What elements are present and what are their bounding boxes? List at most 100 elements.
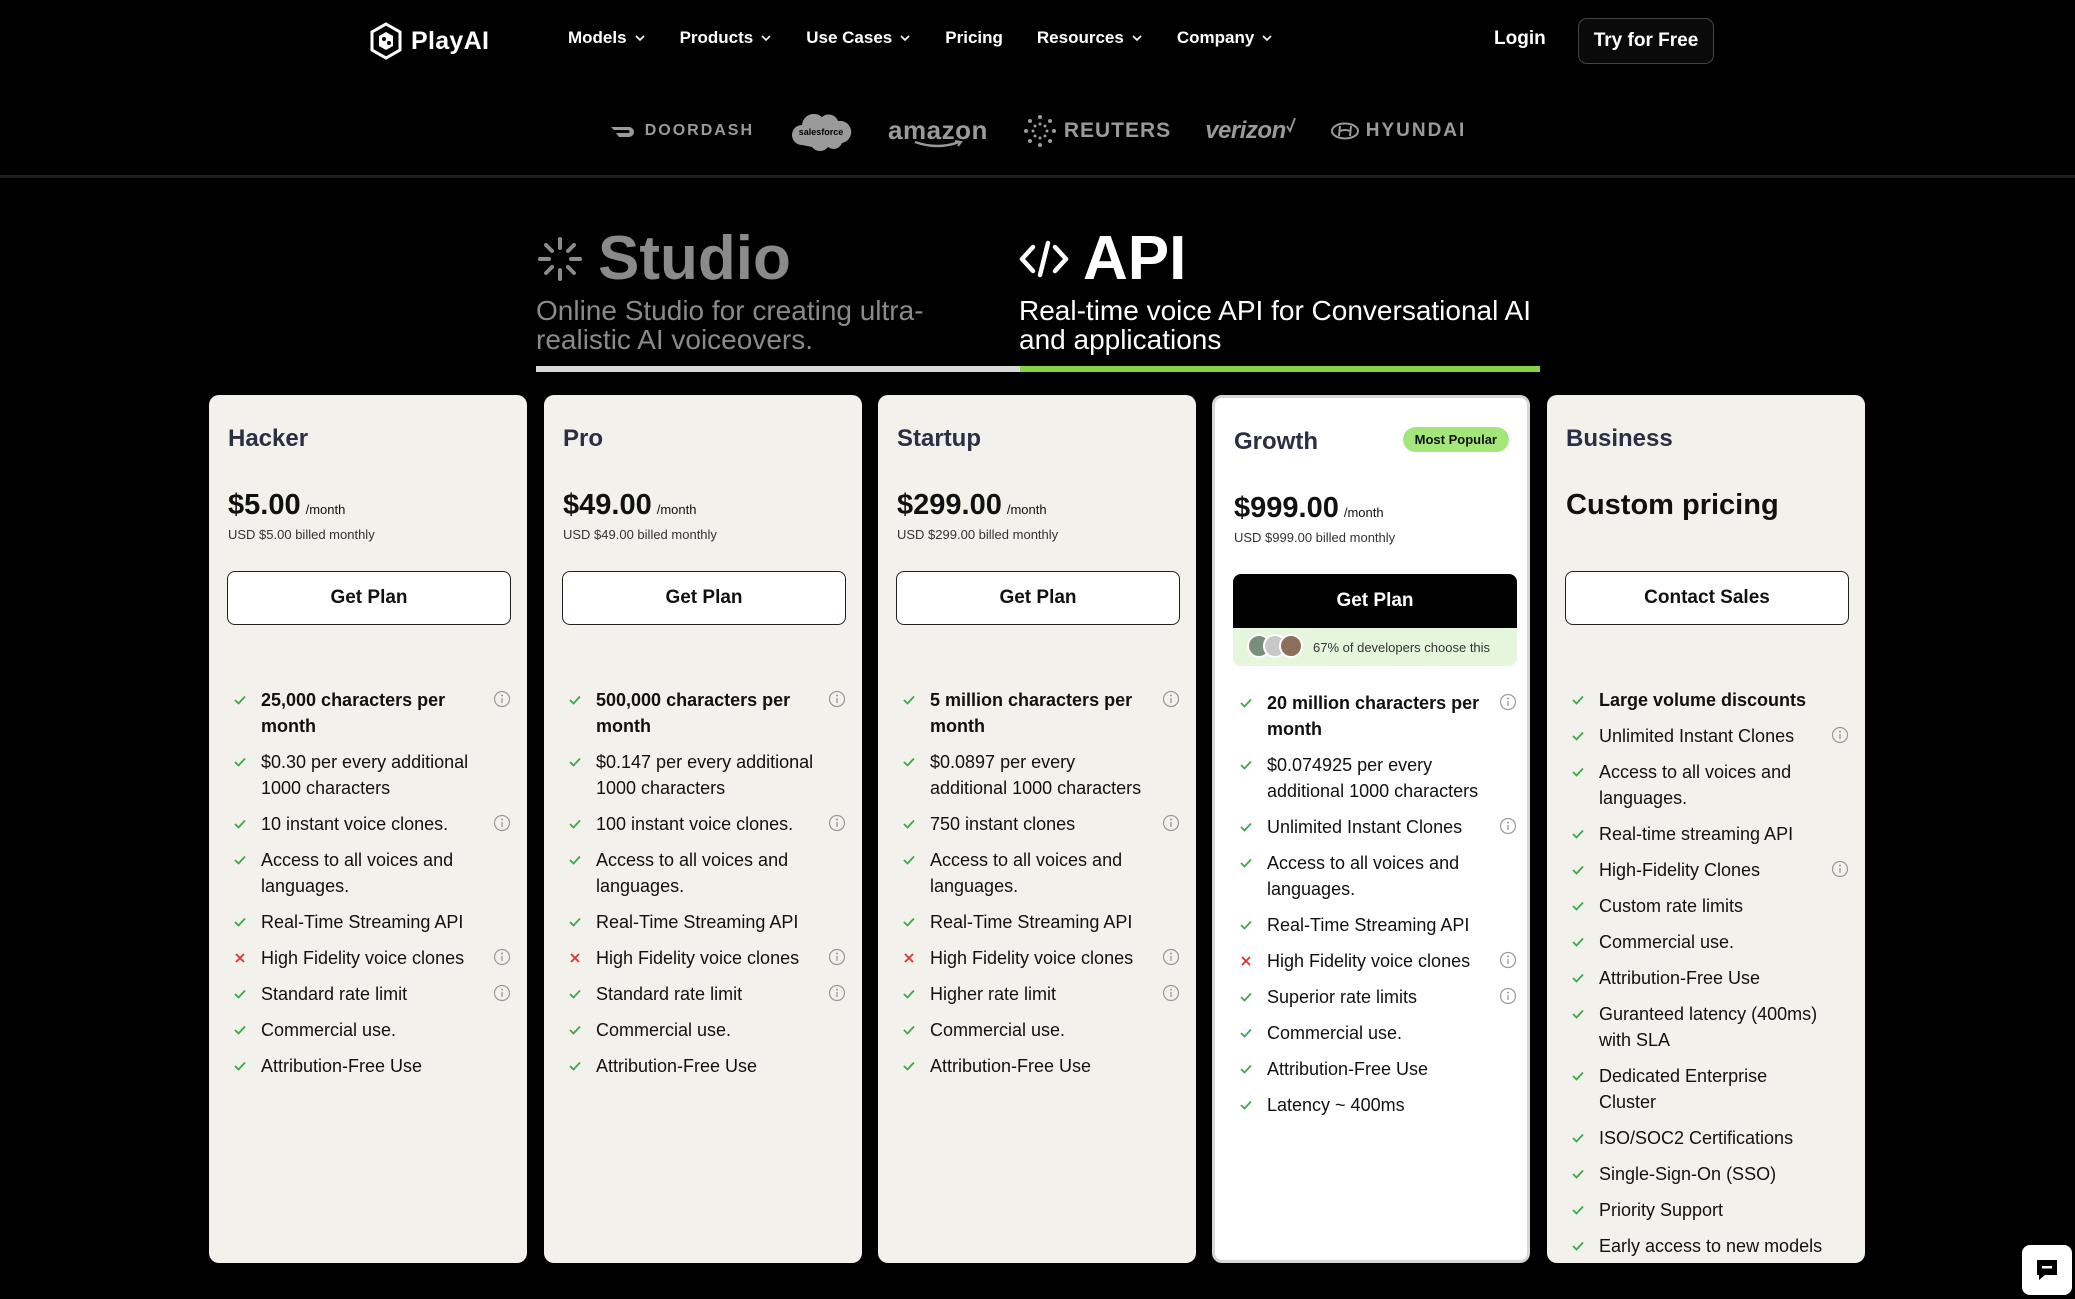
get-plan-button-growth[interactable]: Get Plan [1233, 574, 1517, 628]
feature-list: 25,000 characters per month $0.30 per eve… [233, 687, 515, 1089]
feature-text: Higher rate limit [930, 984, 1057, 1004]
info-icon[interactable] [828, 984, 846, 1002]
feature-item: Standard rate limit [568, 981, 850, 1007]
feature-text: ISO/SOC2 Certifications [1599, 1128, 1794, 1148]
info-icon[interactable] [828, 948, 846, 966]
feature-item: Commercial use. [1571, 929, 1853, 955]
doordash-dash-icon [610, 127, 634, 137]
feature-text: Guranteed latency (400ms) with SLA [1599, 1004, 1818, 1050]
feature-text: Commercial use. [1599, 932, 1735, 952]
feature-text: 5 million characters per month [930, 690, 1133, 736]
sparkle-loader-icon [538, 237, 582, 281]
nav-item-use-cases[interactable]: Use Cases [806, 28, 911, 48]
plan-name: Business [1566, 425, 1673, 452]
feature-text: Real-Time Streaming API [930, 912, 1133, 932]
feature-text: Commercial use. [596, 1020, 732, 1040]
info-icon[interactable] [1831, 860, 1849, 878]
avatar [1279, 634, 1303, 658]
get-plan-button-startup[interactable]: Get Plan [896, 571, 1180, 625]
get-plan-button-hacker[interactable]: Get Plan [227, 571, 511, 625]
nav-item-label: Models [568, 28, 627, 47]
try-for-free-button[interactable]: Try for Free [1578, 18, 1714, 64]
feature-item: 100 instant voice clones. [568, 811, 850, 837]
info-icon[interactable] [1162, 984, 1180, 1002]
brand-logo[interactable]: PlayAI [369, 22, 489, 60]
feature-text: Access to all voices and languages. [930, 850, 1123, 896]
tab-api[interactable]: API Real-time voice API for Conversation… [1019, 228, 1539, 355]
feature-text: Standard rate limit [261, 984, 408, 1004]
check-icon [1240, 920, 1252, 930]
feature-list: 20 million characters per month $0.074925… [1239, 690, 1521, 1128]
nav-item-label: Use Cases [806, 28, 893, 47]
api-subtitle: Real-time voice API for Conversational A… [1019, 295, 1532, 355]
feature-text: Custom rate limits [1599, 896, 1744, 916]
feature-list: 500,000 characters per month $0.147 per e… [568, 687, 850, 1089]
nav-item-pricing[interactable]: Pricing [945, 28, 1003, 48]
studio-title: Studio [598, 224, 791, 293]
info-icon[interactable] [1162, 948, 1180, 966]
chevron-down-icon [761, 35, 771, 42]
nav-item-products[interactable]: Products [680, 28, 773, 48]
feature-text: Real-Time Streaming API [1267, 915, 1470, 935]
feature-item: 10 instant voice clones. [233, 811, 515, 837]
feature-text: Standard rate limit [596, 984, 743, 1004]
brand-name: PlayAI [411, 26, 490, 55]
feature-text: $0.0897 per every additional 1000 charac… [930, 752, 1142, 798]
info-icon[interactable] [1831, 726, 1849, 744]
check-icon [1572, 937, 1584, 947]
info-icon[interactable] [493, 984, 511, 1002]
info-icon[interactable] [1499, 693, 1517, 711]
info-icon[interactable] [1162, 690, 1180, 708]
plan-card-growth: Growth Most Popular $999.00/month USD $999.… [1212, 395, 1530, 1263]
feature-item: Real-Time Streaming API [1239, 912, 1521, 938]
feature-item: Early access to new models [1571, 1233, 1853, 1259]
feature-item: Superior rate limits [1239, 984, 1521, 1010]
feature-text: High Fidelity voice clones [1267, 951, 1471, 971]
feature-text: Unlimited Instant Clones [1599, 726, 1795, 746]
check-icon [903, 757, 915, 767]
info-icon[interactable] [1162, 814, 1180, 832]
salesforce-logo: salesforce [788, 109, 854, 153]
info-icon[interactable] [493, 690, 511, 708]
feature-item: Higher rate limit [902, 981, 1184, 1007]
billing-note: USD $49.00 billed monthly [563, 527, 717, 542]
info-icon[interactable] [1499, 951, 1517, 969]
feature-text: 20 million characters per month [1267, 693, 1480, 739]
info-icon[interactable] [828, 814, 846, 832]
salesforce-cloud-icon: salesforce [792, 113, 852, 151]
feature-text: Attribution-Free Use [930, 1056, 1092, 1076]
check-icon [234, 917, 246, 927]
cross-icon [570, 953, 580, 963]
check-icon [234, 757, 246, 767]
check-icon [1572, 1133, 1584, 1143]
feature-item: Commercial use. [233, 1017, 515, 1043]
nav-item-company[interactable]: Company [1177, 28, 1273, 48]
hyundai-emblem-icon [1330, 122, 1359, 140]
get-plan-button-pro[interactable]: Get Plan [562, 571, 846, 625]
info-icon[interactable] [493, 814, 511, 832]
feature-text: $0.074925 per every additional 1000 char… [1267, 755, 1479, 801]
info-icon[interactable] [828, 690, 846, 708]
nav-item-resources[interactable]: Resources [1037, 28, 1143, 48]
tab-studio[interactable]: Studio Online Studio for creating ultra-… [536, 224, 1016, 355]
check-icon [1240, 1100, 1252, 1110]
playai-logo-icon [370, 22, 402, 60]
feature-text: Commercial use. [930, 1020, 1066, 1040]
chevron-down-icon [900, 35, 910, 42]
check-icon [903, 855, 915, 865]
check-icon [569, 855, 581, 865]
plan-name: Hacker [228, 425, 309, 452]
feature-text: Early access to new models [1599, 1236, 1823, 1256]
contact-sales-button[interactable]: Contact Sales [1565, 571, 1849, 625]
info-icon[interactable] [493, 948, 511, 966]
info-icon[interactable] [1499, 817, 1517, 835]
nav-item-models[interactable]: Models [568, 28, 646, 48]
check-icon [1572, 865, 1584, 875]
login-link[interactable]: Login [1494, 28, 1546, 50]
feature-item: Real-Time Streaming API [902, 909, 1184, 935]
reuters-dots-icon [1023, 115, 1056, 147]
feature-text: Access to all voices and languages. [261, 850, 454, 896]
info-icon[interactable] [1499, 987, 1517, 1005]
feature-text: $0.147 per every additional 1000 charact… [596, 752, 814, 798]
chat-widget-button[interactable] [2022, 1245, 2072, 1295]
